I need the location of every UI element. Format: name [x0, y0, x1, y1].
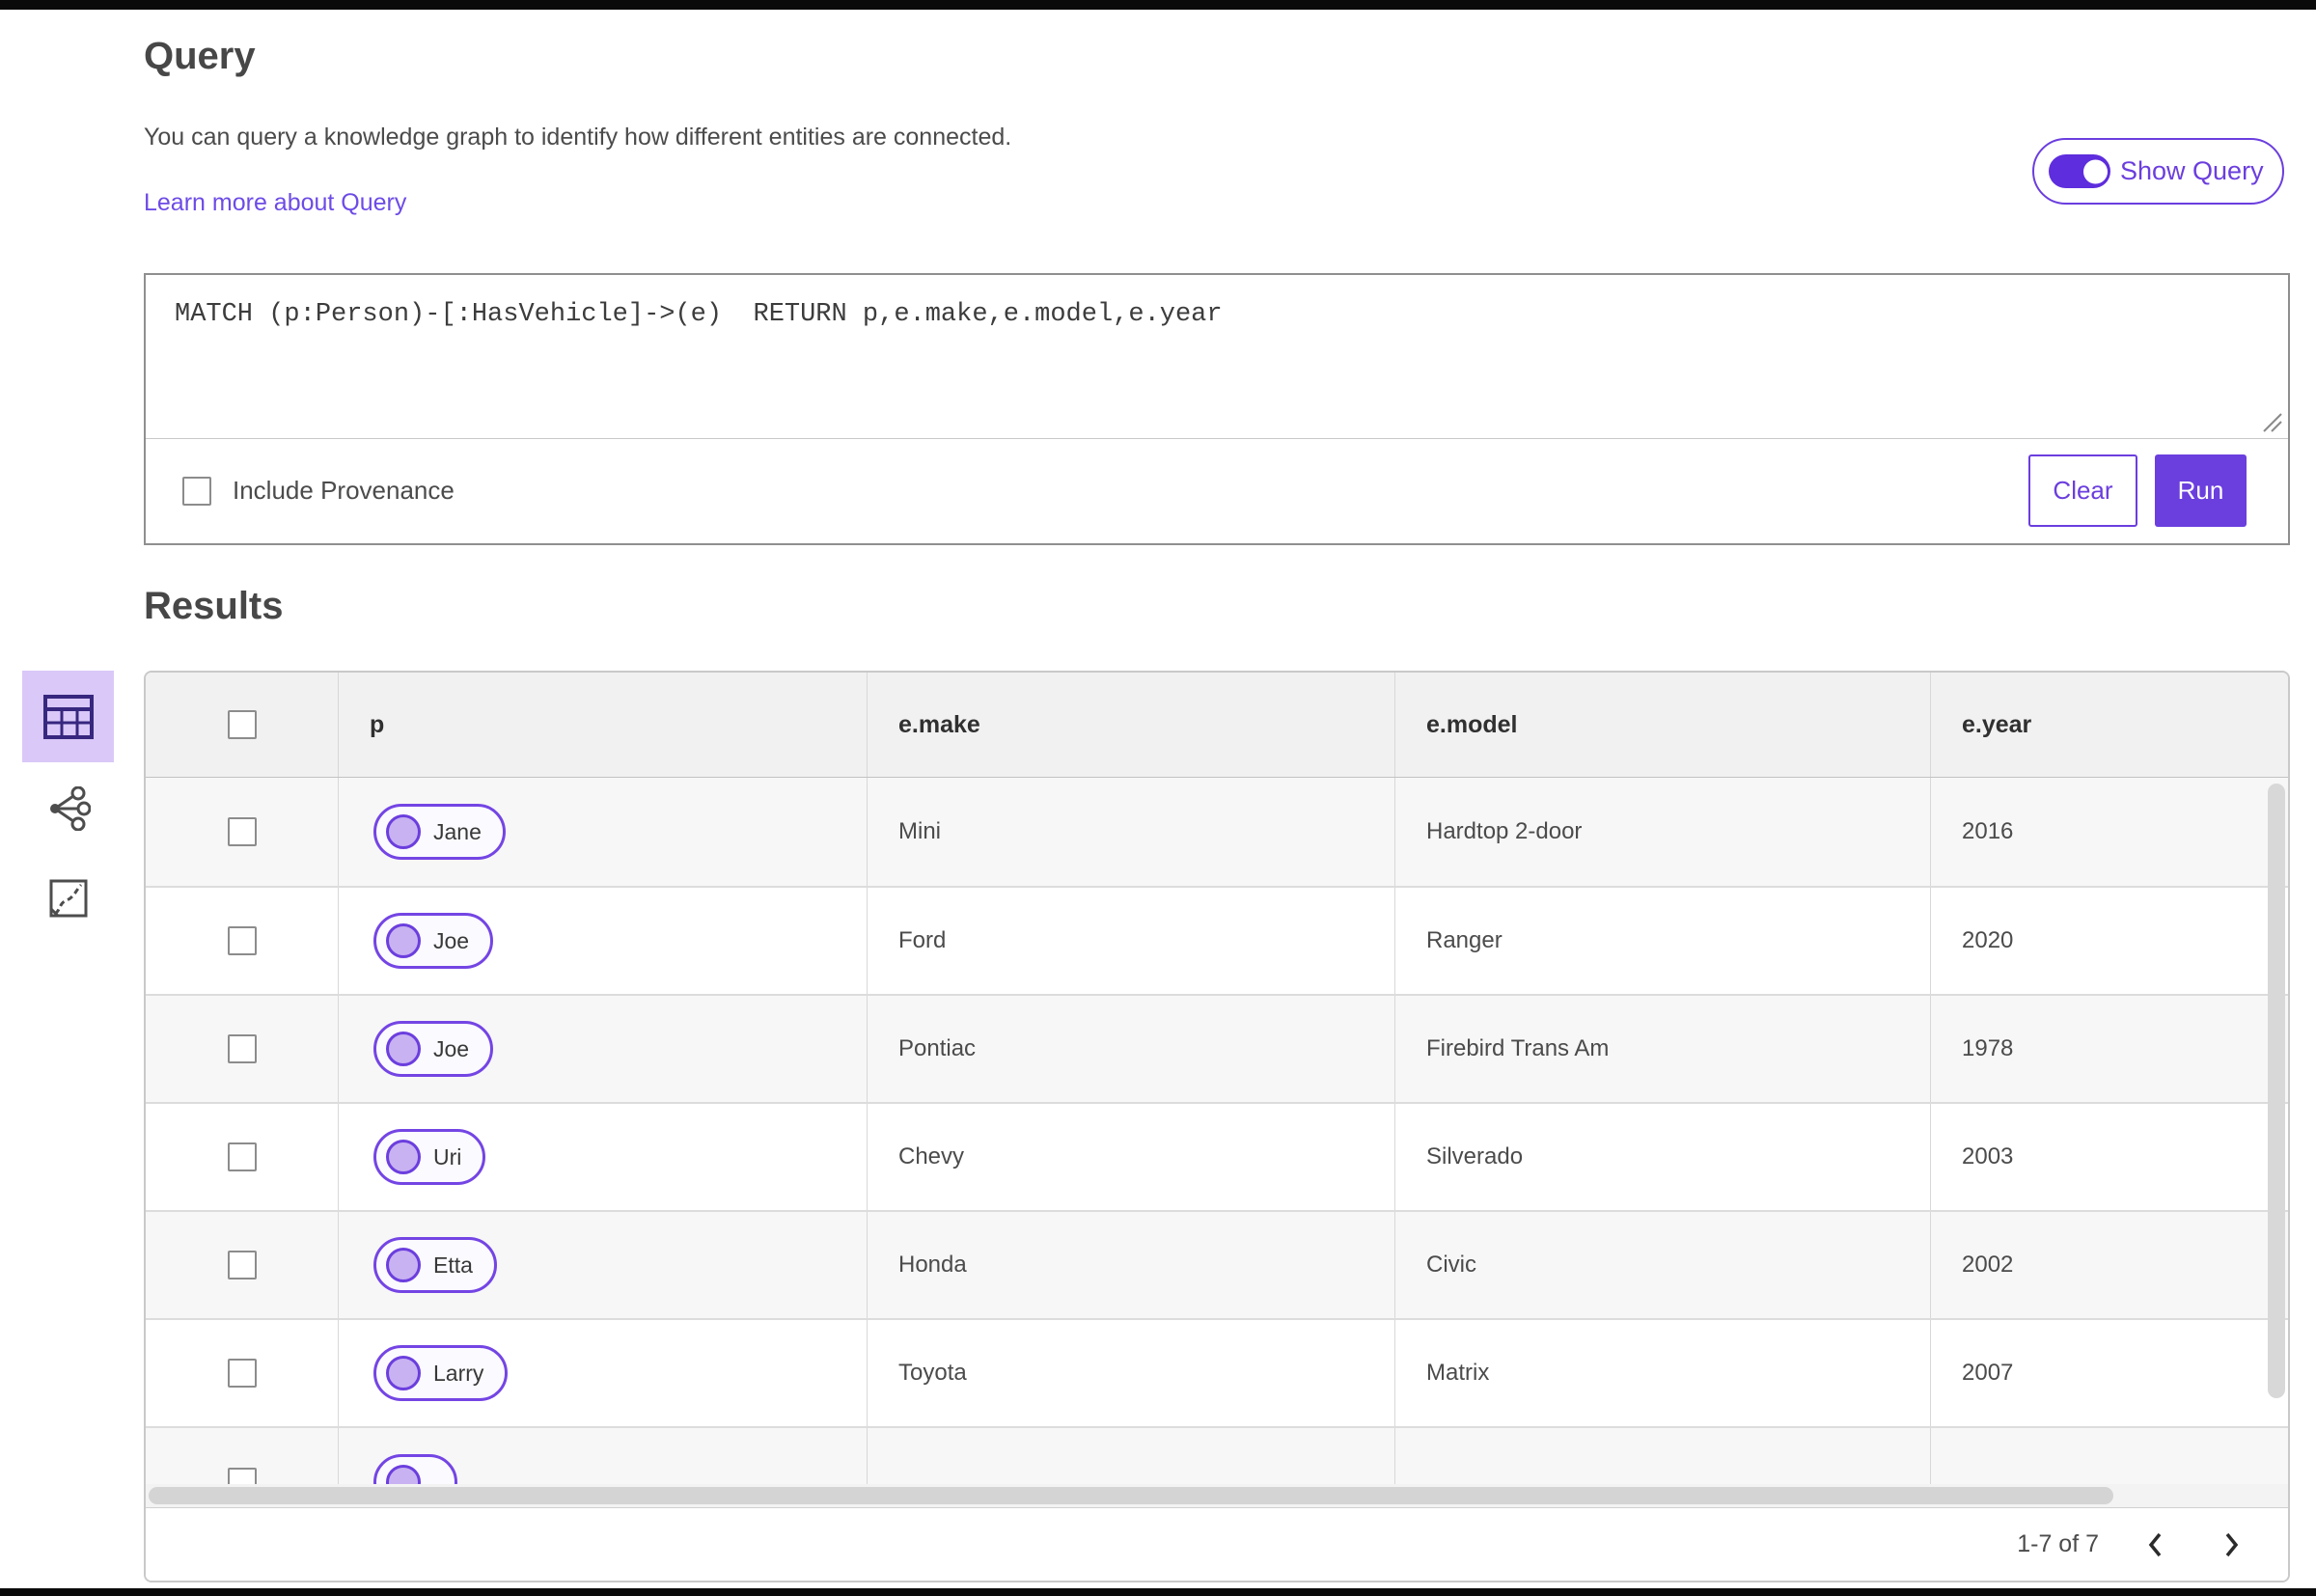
- cell-model: Matrix: [1395, 1320, 1931, 1426]
- table-row[interactable]: Joe Ford Ranger 2020: [146, 886, 2288, 994]
- window-bottom-edge: [0, 1588, 2316, 1596]
- vertical-scrollbar-thumb[interactable]: [2268, 784, 2285, 1398]
- entity-chip-label: Uri: [433, 1143, 462, 1169]
- map-icon: [49, 879, 88, 918]
- cell-make: Toyota: [868, 1320, 1395, 1426]
- entity-chip[interactable]: [373, 1454, 457, 1484]
- column-header-p[interactable]: p: [339, 673, 868, 777]
- previous-page-button[interactable]: [2134, 1524, 2176, 1566]
- entity-node-icon: [386, 923, 421, 958]
- row-checkbox[interactable]: [227, 1359, 257, 1388]
- cell-year: 2007: [1962, 1360, 2014, 1386]
- table-view-button[interactable]: [22, 671, 114, 762]
- table-row[interactable]: Joe Pontiac Firebird Trans Am 1978: [146, 994, 2288, 1102]
- link-chart-icon: [50, 786, 91, 831]
- horizontal-scrollbar[interactable]: [146, 1484, 2288, 1507]
- cell-make: Ford: [868, 888, 1395, 994]
- entity-node-icon: [386, 1248, 421, 1282]
- table-header-row: p e.make e.model e.year: [146, 673, 2288, 778]
- cell-model: Silverado: [1395, 1104, 1931, 1210]
- entity-node-icon: [386, 814, 421, 849]
- map-view-button[interactable]: [32, 862, 105, 935]
- entity-chip[interactable]: Uri: [373, 1129, 486, 1185]
- table-icon: [42, 694, 94, 739]
- column-header-make[interactable]: e.make: [868, 673, 1395, 777]
- table-row[interactable]: Jane Mini Hardtop 2-door 2016: [146, 778, 2288, 886]
- cell-make: Mini: [868, 778, 1395, 886]
- next-page-button[interactable]: [2211, 1524, 2253, 1566]
- header-checkbox-cell: [146, 673, 339, 777]
- include-provenance-label: Include Provenance: [233, 476, 455, 505]
- cell-make: Chevy: [868, 1104, 1395, 1210]
- cell-year: 2020: [1962, 927, 2014, 953]
- show-query-toggle[interactable]: Show Query: [2032, 138, 2284, 205]
- entity-chip-label: Larry: [433, 1360, 484, 1386]
- toggle-knob: [2082, 157, 2109, 185]
- row-checkbox[interactable]: [227, 1142, 257, 1171]
- cell-model: Firebird Trans Am: [1395, 996, 1931, 1102]
- chevron-left-icon: [2148, 1532, 2162, 1556]
- cell-year: 2003: [1962, 1143, 2014, 1169]
- run-button[interactable]: Run: [2155, 454, 2247, 527]
- entity-chip-label: Etta: [433, 1252, 473, 1278]
- table-body: Jane Mini Hardtop 2-door 2016 Joe Ford R…: [146, 778, 2288, 1426]
- cell-year: 1978: [1962, 1035, 2014, 1061]
- results-title: Results: [144, 585, 284, 627]
- horizontal-scrollbar-thumb[interactable]: [149, 1487, 2113, 1504]
- link-chart-view-button[interactable]: [32, 772, 105, 845]
- entity-chip[interactable]: Joe: [373, 913, 494, 969]
- chevron-right-icon: [2225, 1532, 2239, 1556]
- table-row[interactable]: Uri Chevy Silverado 2003: [146, 1102, 2288, 1210]
- table-row-partial: [146, 1426, 2288, 1484]
- table-row[interactable]: Larry Toyota Matrix 2007: [146, 1318, 2288, 1426]
- textarea-resize-handle-icon[interactable]: [2258, 408, 2283, 433]
- entity-chip[interactable]: Larry: [373, 1345, 509, 1401]
- select-all-checkbox[interactable]: [227, 710, 257, 739]
- entity-chip-label: Jane: [433, 818, 482, 844]
- entity-chip-label: Joe: [433, 1035, 470, 1061]
- window-top-edge: [0, 0, 2316, 10]
- entity-node-icon: [386, 1465, 421, 1484]
- cell-model: Hardtop 2-door: [1395, 778, 1931, 886]
- cell-model: Civic: [1395, 1212, 1931, 1318]
- pagination-bar: 1-7 of 7: [146, 1507, 2288, 1581]
- row-checkbox[interactable]: [227, 1468, 257, 1484]
- page-range-label: 1-7 of 7: [2017, 1530, 2099, 1557]
- column-header-year[interactable]: e.year: [1931, 673, 2288, 777]
- cell-model: Ranger: [1395, 888, 1931, 994]
- cell-year: 2002: [1962, 1252, 2014, 1278]
- row-checkbox[interactable]: [227, 1034, 257, 1063]
- include-provenance-checkbox[interactable]: [182, 476, 211, 506]
- query-textarea[interactable]: MATCH (p:Person)-[:HasVehicle]->(e) RETU…: [146, 275, 2288, 439]
- query-description: You can query a knowledge graph to ident…: [144, 124, 1012, 151]
- entity-chip[interactable]: Jane: [373, 804, 506, 860]
- column-header-model[interactable]: e.model: [1395, 673, 1931, 777]
- entity-chip-label: Joe: [433, 927, 470, 953]
- row-checkbox[interactable]: [227, 817, 257, 846]
- cell-make: Honda: [868, 1212, 1395, 1318]
- query-actions-bar: Include Provenance Clear Run: [146, 438, 2288, 543]
- table-row[interactable]: Etta Honda Civic 2002: [146, 1210, 2288, 1318]
- results-table: p e.make e.model e.year Jane Mini Hardto…: [144, 671, 2290, 1582]
- learn-more-link[interactable]: Learn more about Query: [144, 189, 406, 217]
- entity-node-icon: [386, 1140, 421, 1174]
- entity-chip[interactable]: Joe: [373, 1021, 494, 1077]
- entity-chip[interactable]: Etta: [373, 1237, 497, 1293]
- show-query-label: Show Query: [2120, 156, 2264, 185]
- entity-node-icon: [386, 1356, 421, 1390]
- row-checkbox[interactable]: [227, 926, 257, 955]
- toggle-switch-icon[interactable]: [2049, 154, 2110, 188]
- cell-year: 2016: [1962, 818, 2014, 844]
- row-checkbox[interactable]: [227, 1251, 257, 1280]
- clear-button[interactable]: Clear: [2028, 454, 2137, 527]
- query-editor-panel: MATCH (p:Person)-[:HasVehicle]->(e) RETU…: [144, 273, 2290, 545]
- cell-make: Pontiac: [868, 996, 1395, 1102]
- page-title: Query: [144, 35, 256, 77]
- entity-node-icon: [386, 1032, 421, 1066]
